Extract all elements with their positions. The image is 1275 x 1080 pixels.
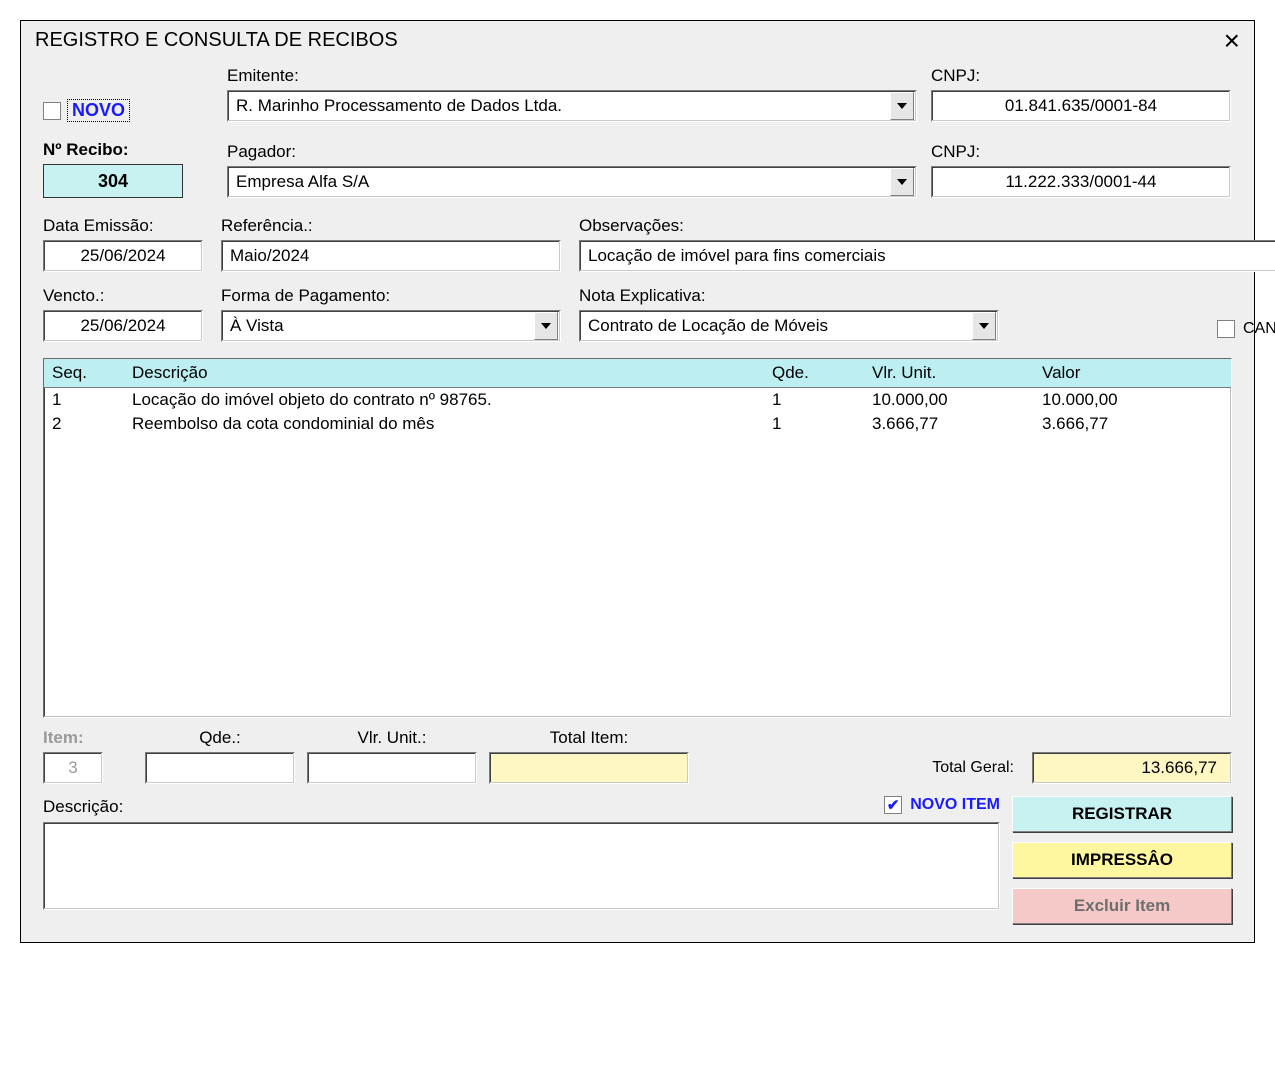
total-item-label: Total Item: [489,728,689,748]
data-emissao-label: Data Emissão: [43,216,203,236]
descricao-label: Descrição: [43,797,123,817]
table-body: 1Locação do imóvel objeto do contrato nº… [44,388,1231,436]
forma-pag-combo[interactable]: À Vista [221,310,561,342]
cell-qde: 1 [764,388,864,412]
items-table[interactable]: Seq. Descrição Qde. Vlr. Unit. Valor 1Lo… [43,358,1232,718]
cell-desc: Reembolso da cota condominial do mês [124,412,764,436]
emitente-label: Emitente: [227,66,917,86]
item-label: Item: [43,728,133,748]
item-number-field: 3 [43,752,103,784]
emitente-value: R. Marinho Processamento de Dados Ltda. [236,96,888,116]
data-emissao-value: 25/06/2024 [80,246,165,266]
cancelado-checkbox[interactable] [1217,320,1235,338]
referencia-label: Referência.: [221,216,561,236]
vencto-field[interactable]: 25/06/2024 [43,310,203,342]
num-recibo-label: Nº Recibo: [43,140,213,160]
novo-label: NOVO [67,99,130,122]
pagador-combo[interactable]: Empresa Alfa S/A [227,166,917,198]
data-emissao-field[interactable]: 25/06/2024 [43,240,203,272]
vencto-value: 25/06/2024 [80,316,165,336]
chevron-down-icon[interactable] [890,92,914,120]
table-row[interactable]: 1Locação do imóvel objeto do contrato nº… [44,388,1231,412]
cell-valor: 10.000,00 [1034,388,1231,412]
excluir-item-button[interactable]: Excluir Item [1012,888,1232,924]
col-unit: Vlr. Unit. [864,359,1034,387]
chevron-down-icon[interactable] [890,168,914,196]
col-seq: Seq. [44,359,124,387]
item-number-value: 3 [68,758,77,778]
cnpj-pagador-value: 11.222.333/0001-44 [1006,172,1157,192]
novo-item-label: NOVO ITEM [910,796,1000,814]
vencto-label: Vencto.: [43,286,203,306]
receipt-window: REGISTRO E CONSULTA DE RECIBOS × NOVO Em… [20,20,1255,943]
registrar-button[interactable]: REGISTRAR [1012,796,1232,832]
table-row[interactable]: 2Reembolso da cota condominial do mês13.… [44,412,1231,436]
col-qde: Qde. [764,359,864,387]
qde-field[interactable] [145,752,295,784]
nota-exp-label: Nota Explicativa: [579,286,999,306]
cnpj-pagador-field[interactable]: 11.222.333/0001-44 [931,166,1231,198]
cell-desc: Locação do imóvel objeto do contrato nº … [124,388,764,412]
cancelado-label: CANCELADO [1243,320,1275,338]
chevron-down-icon[interactable] [972,312,996,340]
total-geral-field: 13.666,77 [1032,752,1232,784]
emitente-combo[interactable]: R. Marinho Processamento de Dados Ltda. [227,90,917,122]
descricao-field[interactable] [43,822,1000,910]
col-valor: Valor [1034,359,1231,387]
cell-unit: 3.666,77 [864,412,1034,436]
impressao-button[interactable]: IMPRESSÂO [1012,842,1232,878]
vlr-unit-label: Vlr. Unit.: [307,728,477,748]
forma-pag-value: À Vista [230,316,532,336]
total-item-field [489,752,689,784]
novo-checkbox[interactable] [43,102,61,120]
cell-valor: 3.666,77 [1034,412,1231,436]
cnpj-emitente-label: CNPJ: [931,66,1231,86]
observacoes-value: Locação de imóvel para fins comerciais [588,246,886,266]
cnpj-pagador-label: CNPJ: [931,142,1231,162]
pagador-value: Empresa Alfa S/A [236,172,888,192]
col-desc: Descrição [124,359,764,387]
observacoes-field[interactable]: Locação de imóvel para fins comerciais [579,240,1275,272]
close-icon[interactable]: × [1224,31,1240,51]
total-geral-label: Total Geral: [932,759,1014,777]
num-recibo-value: 304 [98,171,128,192]
cell-unit: 10.000,00 [864,388,1034,412]
nota-exp-combo[interactable]: Contrato de Locação de Móveis [579,310,999,342]
window-title: REGISTRO E CONSULTA DE RECIBOS [35,29,398,52]
chevron-down-icon[interactable] [534,312,558,340]
cnpj-emitente-field[interactable]: 01.841.635/0001-84 [931,90,1231,122]
cell-seq: 2 [44,412,124,436]
titlebar: REGISTRO E CONSULTA DE RECIBOS × [21,21,1254,62]
cnpj-emitente-value: 01.841.635/0001-84 [1005,96,1157,116]
content-area: NOVO Emitente: R. Marinho Processamento … [21,62,1254,942]
table-header: Seq. Descrição Qde. Vlr. Unit. Valor [44,359,1231,388]
cell-seq: 1 [44,388,124,412]
pagador-label: Pagador: [227,142,917,162]
qde-label: Qde.: [145,728,295,748]
cell-qde: 1 [764,412,864,436]
vlr-unit-field[interactable] [307,752,477,784]
total-geral-value: 13.666,77 [1141,758,1217,778]
novo-item-checkbox[interactable]: ✔ [884,796,902,814]
num-recibo-field[interactable]: 304 [43,164,183,198]
referencia-field[interactable]: Maio/2024 [221,240,561,272]
referencia-value: Maio/2024 [230,246,309,266]
observacoes-label: Observações: [579,216,1275,236]
forma-pag-label: Forma de Pagamento: [221,286,561,306]
nota-exp-value: Contrato de Locação de Móveis [588,316,970,336]
